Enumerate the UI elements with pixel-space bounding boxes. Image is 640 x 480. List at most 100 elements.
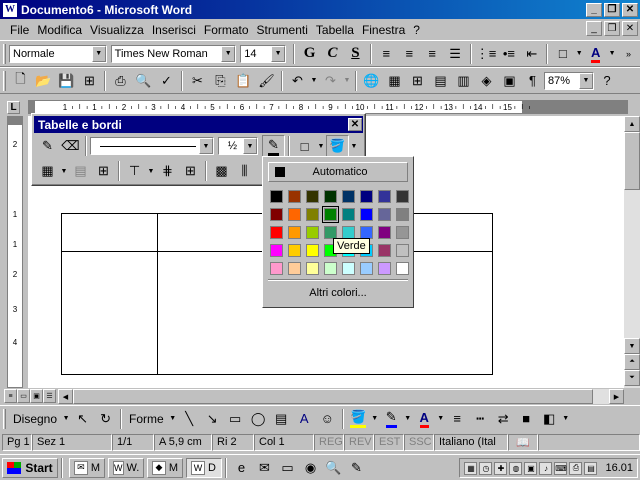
distribute-columns-icon[interactable]: ⊞ [179, 160, 202, 182]
restore-button[interactable]: ❐ [604, 2, 620, 17]
toolbar-grip[interactable] [3, 43, 6, 64]
scroll-left-icon[interactable]: ◀ [58, 389, 73, 404]
chevron-down-icon[interactable]: ▼ [342, 70, 352, 92]
arrow-icon[interactable]: ↘ [201, 408, 224, 430]
copy-icon[interactable]: ⎘ [209, 70, 232, 92]
clock[interactable]: 16.01 [605, 462, 633, 474]
status-ovr[interactable]: SSC [404, 433, 434, 451]
color-swatch-gray-40[interactable] [396, 226, 409, 239]
chevron-down-icon[interactable]: ▼ [243, 138, 257, 154]
bullets-icon[interactable]: •≡ [497, 43, 520, 65]
chevron-down-icon[interactable]: ▼ [607, 43, 617, 65]
notepad-icon[interactable]: ✎ [345, 457, 368, 479]
status-rec[interactable]: REG [314, 433, 344, 451]
color-swatch-light-orange[interactable] [288, 226, 301, 239]
wordart-icon[interactable]: A [293, 408, 316, 430]
table-column-border[interactable] [157, 214, 158, 374]
color-swatch-lavender[interactable] [378, 262, 391, 275]
line-style-icon[interactable]: ≡ [446, 408, 469, 430]
menu-formato[interactable]: Formato [200, 23, 253, 37]
chevron-down-icon[interactable]: ▼ [579, 72, 593, 89]
open-folder-icon[interactable]: 📂 [32, 70, 55, 92]
distribute-rows-icon[interactable]: ⋕ [156, 160, 179, 182]
tray-icon-printer[interactable]: ⎙ [569, 461, 583, 475]
clip-art-icon[interactable]: ☺ [316, 408, 339, 430]
scroll-down-icon[interactable]: ▼ [624, 338, 640, 354]
shading-color-icon[interactable]: 🪣 [326, 135, 349, 157]
channels-icon[interactable]: ◉ [299, 457, 322, 479]
spelling-status-icon[interactable]: 📖 [508, 433, 538, 451]
color-swatch-light-turquoise[interactable] [342, 262, 355, 275]
eraser-icon[interactable]: ⌫ [59, 135, 82, 157]
autoshapes-menu-button[interactable]: Forme [125, 412, 168, 426]
color-swatch-gold[interactable] [288, 244, 301, 257]
chevron-down-icon[interactable]: ▼ [221, 45, 236, 62]
tray-icon-globe[interactable]: ◍ [509, 461, 523, 475]
minimize-button[interactable]: _ [586, 2, 602, 17]
vertical-ruler[interactable]: 2 1 1 2 3 4 [7, 116, 23, 388]
scroll-up-icon[interactable]: ▲ [624, 116, 640, 132]
bold-button[interactable]: G [298, 43, 321, 65]
line-icon[interactable]: ╲ [178, 408, 201, 430]
tables-borders-icon[interactable]: ▦ [383, 70, 406, 92]
insert-table-icon[interactable]: ▦ [36, 160, 59, 182]
print-icon[interactable]: ⎙ [109, 70, 132, 92]
print-layout-icon[interactable]: ▣ [30, 389, 43, 403]
color-swatch-blue-gray[interactable] [378, 208, 391, 221]
dash-style-icon[interactable]: ┅ [469, 408, 492, 430]
insert-table-icon[interactable]: ⊞ [406, 70, 429, 92]
doc-close-button[interactable]: ✕ [622, 21, 638, 36]
menu-finestra[interactable]: Finestra [358, 23, 409, 37]
rectangle-icon[interactable]: ▭ [224, 408, 247, 430]
color-swatch-green[interactable] [322, 206, 339, 223]
taskbar-button-active[interactable]: WD [186, 457, 222, 478]
tray-icon-antivirus[interactable]: ✚ [494, 461, 508, 475]
italic-button[interactable]: C [321, 43, 344, 65]
3d-icon[interactable]: ◧ [538, 408, 561, 430]
tray-icon-keyboard[interactable]: ⌨ [554, 461, 568, 475]
underline-button[interactable]: S [344, 43, 367, 65]
color-swatch-gray-80[interactable] [396, 190, 409, 203]
horizontal-ruler[interactable]: 1 1 2 3 4 5 6 7 8 9 10 11 12 13 14 15 [28, 100, 628, 114]
more-colors-button[interactable]: Altri colori... [263, 287, 413, 299]
color-swatch-brown[interactable] [288, 190, 301, 203]
normal-view-icon[interactable]: ≡ [4, 389, 17, 403]
chevron-down-icon[interactable]: ▼ [146, 160, 156, 182]
toolbar-grip[interactable] [3, 408, 6, 429]
color-swatch-red[interactable] [270, 226, 283, 239]
chevron-down-icon[interactable]: ▼ [561, 408, 571, 430]
toolbar-grip[interactable] [3, 70, 6, 91]
zoom-combo[interactable]: 87% ▼ [544, 71, 594, 90]
color-swatch-olive-green[interactable] [306, 190, 319, 203]
print-preview-icon[interactable]: 🔍 [132, 70, 155, 92]
tables-borders-titlebar[interactable]: Tabelle e bordi ✕ [34, 116, 363, 133]
horizontal-scrollbar[interactable]: ◀ ▶ [58, 389, 624, 404]
color-swatch-black[interactable] [270, 190, 283, 203]
color-swatch-rose[interactable] [270, 262, 283, 275]
color-swatch-blue[interactable] [360, 208, 373, 221]
menu-help[interactable]: ? [409, 23, 424, 37]
color-swatch-yellow[interactable] [306, 244, 319, 257]
taskbar-button[interactable]: W W. [108, 457, 144, 478]
permission-icon[interactable]: ⊞ [78, 70, 101, 92]
menu-strumenti[interactable]: Strumenti [253, 23, 312, 37]
line-color-icon[interactable]: ✎ [380, 408, 403, 430]
border-icon[interactable]: □ [551, 43, 574, 65]
justify-icon[interactable]: ☰ [444, 43, 467, 65]
paste-icon[interactable]: 📋 [232, 70, 255, 92]
doc-minimize-button[interactable]: _ [586, 21, 602, 36]
tray-icon-network[interactable]: ▦ [464, 461, 478, 475]
document-map-icon[interactable]: ▣ [498, 70, 521, 92]
color-swatch-pale-blue[interactable] [360, 262, 373, 275]
color-swatch-dark-green[interactable] [324, 190, 337, 203]
chevron-down-icon[interactable]: ▼ [199, 138, 213, 154]
tray-icon-office[interactable]: ▤ [584, 461, 598, 475]
align-center-icon[interactable]: ≡ [398, 43, 421, 65]
text-box-icon[interactable]: ▤ [270, 408, 293, 430]
scroll-right-icon[interactable]: ▶ [609, 389, 624, 404]
merge-cells-icon[interactable]: ▤ [69, 160, 92, 182]
taskbar-button[interactable]: ✉ M [69, 457, 105, 478]
line-style-combo[interactable]: ▼ [90, 137, 214, 155]
color-swatch-plum[interactable] [378, 244, 391, 257]
chevron-down-icon[interactable]: ▼ [403, 408, 413, 430]
